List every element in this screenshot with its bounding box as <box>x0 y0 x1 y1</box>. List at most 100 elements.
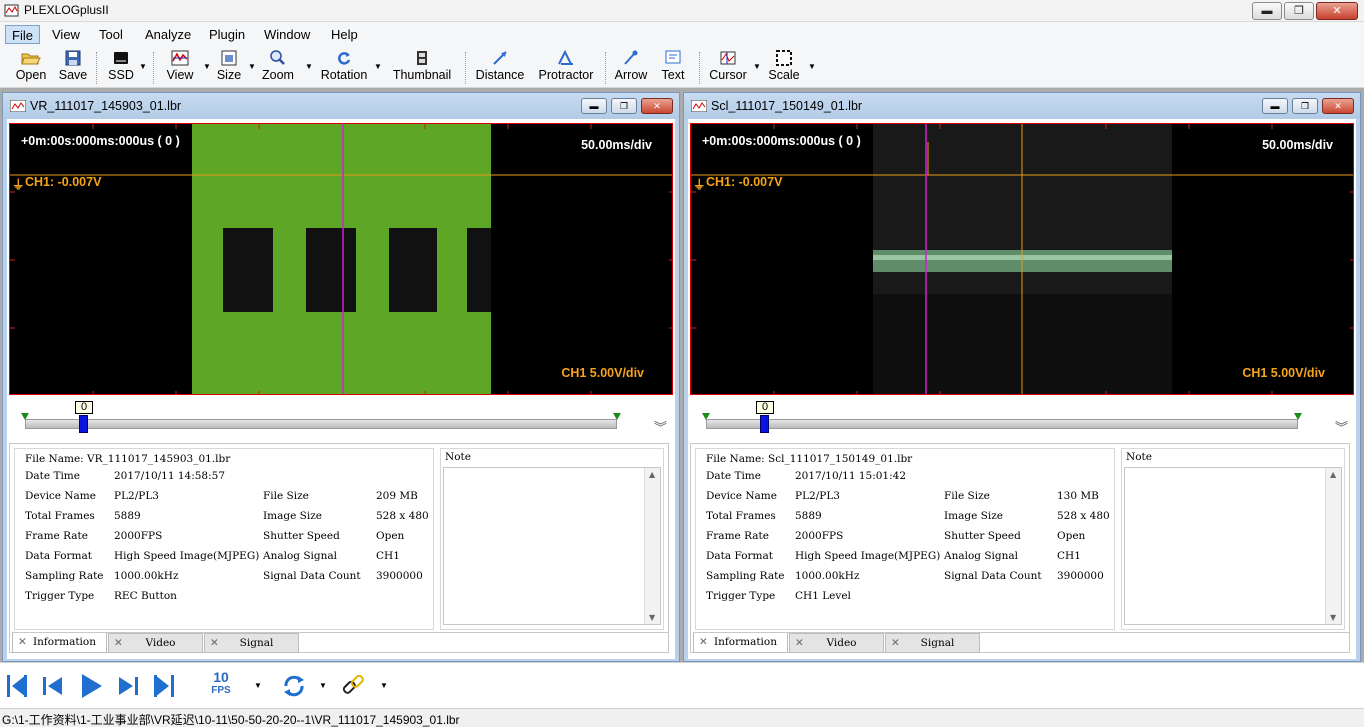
menu-view[interactable]: View <box>46 25 86 44</box>
info-key: Signal Data Count <box>944 570 1042 582</box>
info-key: Device Name <box>25 490 96 502</box>
child-restore-button[interactable]: ❐ <box>611 98 637 114</box>
scope-view[interactable]: +0m:00s:000ms:000us ( 0 ) 50.00ms/div ⏚ … <box>9 123 673 395</box>
zoom-dropdown-icon[interactable]: ▼ <box>305 62 313 71</box>
scale-button[interactable]: Scale <box>764 48 804 86</box>
tab-video[interactable]: ✕ Video <box>108 633 203 653</box>
save-button[interactable]: Save <box>56 48 90 86</box>
fps-dropdown-icon[interactable]: ▼ <box>254 681 262 690</box>
close-button[interactable]: ✕ <box>1316 2 1358 20</box>
child-body: +0m:00s:000ms:000us ( 0 ) 50.00ms/div ⏚ … <box>7 119 675 659</box>
scope-timecode: +0m:00s:000ms:000us ( 0 ) <box>702 134 861 148</box>
note-textarea[interactable]: ▲ ▼ <box>1124 467 1342 625</box>
child-titlebar[interactable]: VR_111017_145903_01.lbr ▬ ❐ ✕ <box>3 93 679 119</box>
tab-information[interactable]: ✕ Information <box>12 633 107 653</box>
info-key: Signal Data Count <box>263 570 361 582</box>
toolbar-separator <box>605 52 606 84</box>
open-button[interactable]: Open <box>10 48 52 86</box>
scroll-down-icon[interactable]: ▼ <box>649 613 655 622</box>
chevron-double-down-icon[interactable]: ︾ <box>654 417 667 436</box>
tab-information[interactable]: ✕ Information <box>693 633 788 653</box>
tab-signal[interactable]: ✕ Signal <box>885 633 980 653</box>
child-minimize-button[interactable]: ▬ <box>1262 98 1288 114</box>
child-titlebar[interactable]: Scl_111017_150149_01.lbr ▬ ❐ ✕ <box>684 93 1360 119</box>
info-tabs: ✕ Information ✕ Video ✕ Signal <box>12 632 668 653</box>
menu-file[interactable]: File <box>5 25 40 44</box>
cursor-button[interactable]: Cursor <box>705 48 751 86</box>
loop-icon[interactable] <box>280 671 308 701</box>
ssd-dropdown-icon[interactable]: ▼ <box>139 62 147 71</box>
text-button[interactable]: Text <box>656 48 690 86</box>
info-value: 5889 <box>795 510 822 522</box>
menu-plugin[interactable]: Plugin <box>203 25 251 44</box>
tab-video[interactable]: ✕ Video <box>789 633 884 653</box>
thumbnail-button[interactable]: Thumbnail <box>389 48 455 86</box>
info-key: File Size <box>263 490 309 502</box>
menu-analyze[interactable]: Analyze <box>139 25 197 44</box>
skip-to-start-icon[interactable] <box>4 671 30 701</box>
seek-track[interactable] <box>25 419 617 429</box>
note-textarea[interactable]: ▲ ▼ <box>443 467 661 625</box>
info-key: Device Name <box>706 490 777 502</box>
note-label: Note <box>1126 451 1152 463</box>
note-scrollbar[interactable]: ▲ ▼ <box>644 468 660 624</box>
play-icon[interactable] <box>78 671 104 701</box>
view-dropdown-icon[interactable]: ▼ <box>203 62 211 71</box>
info-value: PL2/PL3 <box>795 490 840 502</box>
menu-tool[interactable]: Tool <box>93 25 129 44</box>
ground-icon: ⏚ <box>12 178 25 192</box>
minimize-button[interactable]: ▬ <box>1252 2 1282 20</box>
scroll-up-icon[interactable]: ▲ <box>1330 470 1336 479</box>
scale-dropdown-icon[interactable]: ▼ <box>808 62 816 71</box>
restore-button[interactable]: ❐ <box>1284 2 1314 20</box>
info-panel: File Name: Scl_111017_150149_01.lbr Date… <box>690 443 1350 653</box>
size-button[interactable]: Size <box>212 48 246 86</box>
scope-view[interactable]: +0m:00s:000ms:000us ( 0 ) 50.00ms/div ⏚ … <box>690 123 1354 395</box>
seek-start-marker-icon[interactable] <box>702 413 710 420</box>
step-forward-icon[interactable] <box>115 671 141 701</box>
ssd-button[interactable]: SSD <box>104 48 138 86</box>
step-back-icon[interactable] <box>40 671 66 701</box>
toolbar: Open Save SSD ▼ View ▼ Size ▼ Zoom ▼ Rot… <box>0 46 1364 88</box>
info-value: 3900000 <box>1057 570 1104 582</box>
child-close-button[interactable]: ✕ <box>641 98 673 114</box>
view-button[interactable]: View <box>161 48 199 86</box>
seek-thumb[interactable] <box>760 415 769 433</box>
video-file-icon <box>691 100 707 112</box>
skip-to-end-icon[interactable] <box>151 671 177 701</box>
arrow-button[interactable]: Arrow <box>610 48 652 86</box>
tab-signal[interactable]: ✕ Signal <box>204 633 299 653</box>
child-minimize-button[interactable]: ▬ <box>581 98 607 114</box>
rotation-dropdown-icon[interactable]: ▼ <box>374 62 382 71</box>
seek-start-marker-icon[interactable] <box>21 413 29 420</box>
info-value: Open <box>1057 530 1086 542</box>
protractor-button[interactable]: Protractor <box>533 48 599 86</box>
menu-window[interactable]: Window <box>258 25 316 44</box>
rotation-button[interactable]: Rotation <box>316 48 372 86</box>
zoom-button[interactable]: Zoom <box>258 48 298 86</box>
info-key: Total Frames <box>25 510 95 522</box>
sync-dropdown-icon[interactable]: ▼ <box>380 681 388 690</box>
video-file-icon <box>10 100 26 112</box>
seek-thumb[interactable] <box>79 415 88 433</box>
seek-track[interactable] <box>706 419 1298 429</box>
size-dropdown-icon[interactable]: ▼ <box>248 62 256 71</box>
sync-link-icon[interactable] <box>340 671 366 701</box>
seek-end-marker-icon[interactable] <box>613 413 621 420</box>
loop-dropdown-icon[interactable]: ▼ <box>319 681 327 690</box>
child-restore-button[interactable]: ❐ <box>1292 98 1318 114</box>
scroll-up-icon[interactable]: ▲ <box>649 470 655 479</box>
distance-button[interactable]: Distance <box>472 48 528 86</box>
note-scrollbar[interactable]: ▲ ▼ <box>1325 468 1341 624</box>
information-table: File Name: VR_111017_145903_01.lbr Date … <box>14 448 434 630</box>
scroll-down-icon[interactable]: ▼ <box>1330 613 1336 622</box>
fps-value: 10 <box>213 669 229 685</box>
fps-button[interactable]: 10 FPS <box>209 669 233 696</box>
chevron-double-down-icon[interactable]: ︾ <box>1335 417 1348 436</box>
app-title: PLEXLOGplusII <box>24 3 109 17</box>
seek-end-marker-icon[interactable] <box>1294 413 1302 420</box>
child-close-button[interactable]: ✕ <box>1322 98 1354 114</box>
menu-help[interactable]: Help <box>325 25 364 44</box>
cursor-dropdown-icon[interactable]: ▼ <box>753 62 761 71</box>
info-value: 1000.00kHz <box>114 570 179 582</box>
